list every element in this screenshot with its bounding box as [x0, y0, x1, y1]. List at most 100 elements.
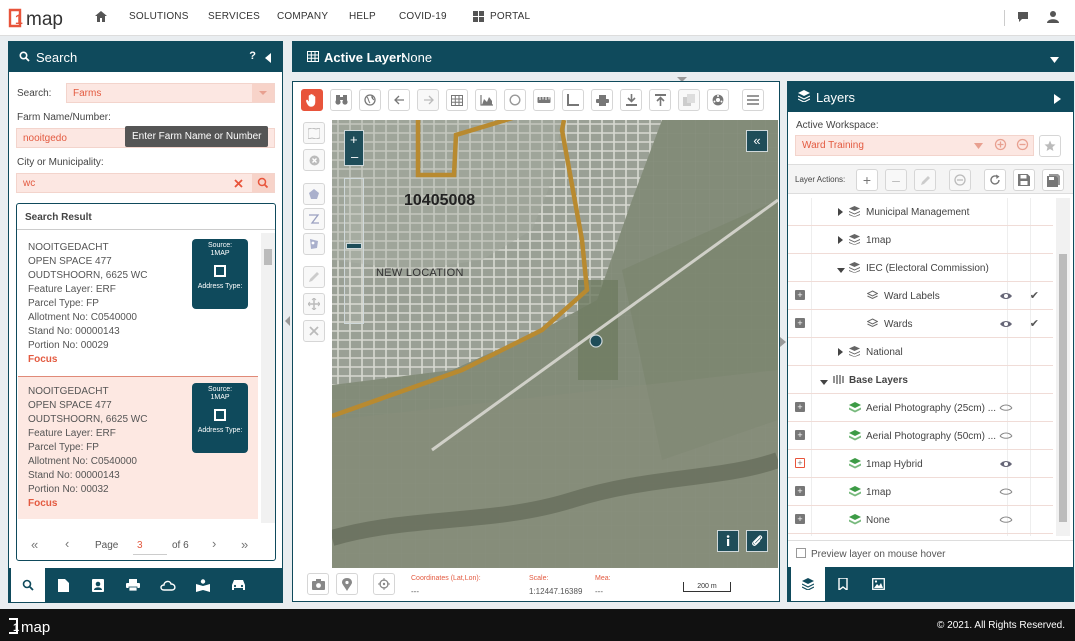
collapse-overview-button[interactable]: « — [746, 130, 768, 152]
expand-plus-icon[interactable]: + — [795, 290, 805, 300]
info-icon[interactable] — [717, 530, 739, 552]
prev-page-icon[interactable]: ‹ — [65, 536, 69, 551]
remove-circle-icon[interactable] — [1016, 138, 1029, 154]
hamburger-menu-icon[interactable] — [742, 89, 764, 111]
zoom-slider[interactable] — [344, 178, 364, 324]
visibility-eye-icon[interactable] — [999, 317, 1013, 331]
crosshair-icon[interactable] — [373, 573, 395, 595]
globe-icon[interactable] — [359, 89, 381, 111]
download-icon[interactable] — [620, 89, 642, 111]
tab-search[interactable] — [11, 568, 45, 602]
check-icon[interactable]: ✔ — [1030, 317, 1039, 330]
edit-layer-icon[interactable] — [914, 169, 936, 191]
circle-icon[interactable] — [504, 89, 526, 111]
focus-link[interactable]: Focus — [28, 353, 248, 367]
focus-link[interactable]: Focus — [28, 497, 248, 511]
map-pin-icon[interactable] — [336, 573, 358, 595]
first-page-icon[interactable]: « — [31, 537, 38, 552]
search-go-icon[interactable] — [252, 174, 274, 192]
map-icon[interactable] — [303, 122, 325, 144]
result-item-2[interactable]: NOOITGEDACHT OPEN SPACE 477 OUDTSHOORN, … — [18, 377, 258, 519]
zoom-out-icon[interactable]: – — [351, 149, 358, 164]
zoom-in-icon[interactable]: + — [350, 132, 358, 147]
chevron-down-icon[interactable] — [1050, 54, 1059, 66]
preview-checkbox[interactable] — [796, 548, 806, 558]
star-icon[interactable] — [1039, 135, 1061, 157]
caret-right-icon[interactable] — [838, 348, 843, 359]
left-panel-toggle-icon[interactable] — [285, 316, 291, 329]
binoculars-icon[interactable] — [330, 89, 352, 111]
tab-layers[interactable] — [791, 567, 825, 601]
next-page-icon[interactable]: › — [212, 536, 216, 551]
result-item-1[interactable]: NOOITGEDACHT OPEN SPACE 477 OUDTSHOORN, … — [18, 233, 258, 375]
caret-right-icon[interactable] — [838, 236, 843, 247]
draw-shape-icon[interactable] — [303, 233, 325, 255]
expand-plus-icon[interactable]: + — [795, 318, 805, 328]
tab-cloud[interactable] — [151, 568, 185, 602]
logo[interactable]: 1 map — [8, 7, 76, 30]
save-icon[interactable] — [1013, 169, 1035, 191]
layer-row[interactable]: National — [788, 338, 1053, 366]
check-icon[interactable]: ✔ — [1030, 289, 1039, 302]
visibility-eye-off-icon[interactable] — [999, 513, 1013, 527]
copy-icon[interactable] — [678, 89, 700, 111]
ruler-icon[interactable] — [533, 89, 555, 111]
visibility-eye-icon[interactable] — [999, 289, 1013, 303]
camera-icon[interactable] — [307, 573, 329, 595]
draw-polygon-icon[interactable] — [303, 183, 325, 205]
visibility-eye-off-icon[interactable] — [999, 485, 1013, 499]
expand-plus-icon[interactable]: + — [795, 402, 805, 412]
tab-gallery[interactable] — [861, 567, 895, 601]
expand-plus-icon[interactable]: + — [795, 486, 805, 496]
add-layer-icon[interactable]: + — [856, 169, 878, 191]
upload-icon[interactable] — [649, 89, 671, 111]
tab-document[interactable] — [46, 568, 80, 602]
visibility-eye-off-icon[interactable] — [999, 429, 1013, 443]
scrollbar-thumb[interactable] — [1059, 254, 1067, 522]
nav-company[interactable]: COMPANY — [277, 11, 328, 22]
search-type-select[interactable]: Farms — [66, 83, 275, 103]
pencil-icon[interactable] — [303, 266, 325, 288]
layer-row[interactable]: Municipal Management — [788, 198, 1053, 226]
result-scrollbar[interactable] — [261, 233, 275, 523]
layer-scrollbar[interactable] — [1056, 198, 1070, 536]
add-circle-icon[interactable] — [994, 138, 1007, 154]
layer-row[interactable]: + Wards ✔ — [788, 310, 1053, 338]
home-icon[interactable] — [94, 10, 108, 26]
area-chart-icon[interactable] — [475, 89, 497, 111]
workspace-select[interactable]: Ward Training — [795, 135, 1034, 156]
caret-down-icon[interactable] — [837, 265, 845, 276]
user-icon[interactable] — [1047, 10, 1059, 26]
expand-plus-icon[interactable]: + — [795, 514, 805, 524]
scrollbar-thumb[interactable] — [264, 249, 272, 265]
print-icon[interactable] — [591, 89, 613, 111]
help-icon[interactable]: ? — [249, 50, 256, 62]
save-as-icon[interactable] — [1042, 169, 1064, 191]
map-canvas[interactable]: 10405008 NEW LOCATION + – « — [332, 120, 778, 568]
move-icon[interactable] — [303, 293, 325, 315]
remove-layer-icon[interactable]: – — [885, 169, 907, 191]
layer-row[interactable]: 1map — [788, 226, 1053, 254]
tab-print[interactable] — [116, 568, 150, 602]
attachment-icon[interactable] — [746, 530, 768, 552]
visibility-eye-off-icon[interactable] — [999, 401, 1013, 415]
minus-circle-icon[interactable] — [949, 169, 971, 191]
nav-solutions[interactable]: SOLUTIONS — [129, 11, 189, 22]
nav-services[interactable]: SERVICES — [208, 11, 260, 22]
nav-help[interactable]: HELP — [349, 11, 376, 22]
measure-angle-icon[interactable] — [562, 89, 584, 111]
nav-covid[interactable]: COVID-19 — [399, 11, 447, 22]
table-icon[interactable] — [446, 89, 468, 111]
layer-row[interactable]: Base Layers — [788, 366, 1053, 394]
collapse-left-icon[interactable] — [265, 51, 272, 66]
arrow-right-icon[interactable] — [417, 89, 439, 111]
layer-row[interactable]: + Aerial Photography (50cm) ... — [788, 422, 1053, 450]
clear-icon[interactable] — [228, 176, 250, 191]
expand-plus-icon[interactable]: + — [795, 458, 805, 468]
active-layer-bar[interactable]: Active Layer: None — [292, 41, 1074, 72]
zoom-slider-handle[interactable] — [346, 243, 362, 249]
page-input[interactable]: 3 — [133, 535, 167, 555]
tab-contact[interactable] — [81, 568, 115, 602]
layer-row[interactable]: + 1map — [788, 478, 1053, 506]
nav-portal[interactable]: PORTAL — [490, 11, 530, 22]
